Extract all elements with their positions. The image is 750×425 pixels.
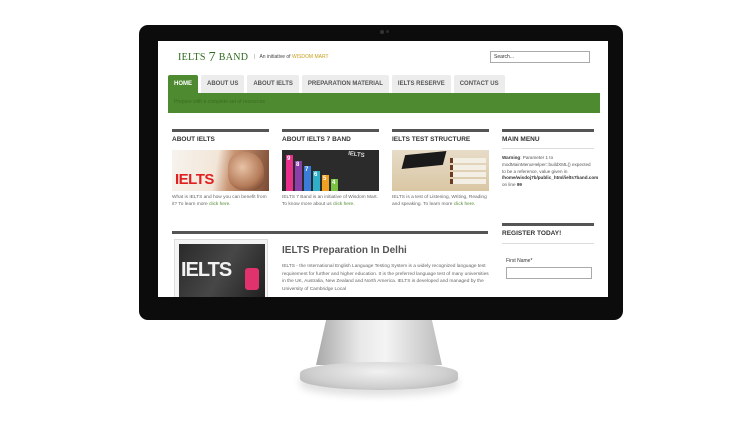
article-rule	[172, 231, 488, 234]
book-badge	[245, 268, 259, 290]
column-title: ABOUT IELTS	[172, 136, 215, 143]
tagline-prefix: An initiative of	[259, 54, 291, 60]
sidebar-main-menu: MAIN MENU Warning: Parameter 1 to modMai…	[502, 129, 598, 189]
image-ielts-text: IELTS	[347, 150, 365, 160]
nav-item-preparation-material[interactable]: PREPARATION MATERIAL	[301, 75, 389, 93]
graduation-cap-icon	[401, 150, 447, 170]
graduation-books-image[interactable]	[392, 150, 489, 191]
band-number: 6	[314, 172, 318, 178]
band-number: 5	[323, 176, 327, 182]
band-number: 8	[296, 162, 300, 168]
main-menu-title: MAIN MENU	[502, 136, 540, 143]
click-here-link[interactable]: click here.	[209, 202, 231, 207]
nav-item-about-us[interactable]: ABOUT US	[201, 75, 245, 93]
nav-item-home[interactable]: HOME	[168, 75, 198, 93]
site-logo[interactable]: IELTS 7 BAND	[178, 50, 248, 66]
divider	[502, 148, 594, 149]
column-text: IELTS 7 Band is an initiative of Wisdom …	[282, 194, 379, 208]
band-score-image[interactable]: 9 8 7 6 5 4 IELTS	[282, 150, 379, 191]
banner-bar: Prepare with a complete set of resources	[168, 93, 600, 113]
camera-icon	[380, 30, 384, 34]
nav-item-about-ielts[interactable]: ABOUT IELTS	[247, 75, 299, 93]
site-tagline: | An initiative of WISDOM MART	[254, 54, 329, 60]
column-title: ABOUT IELTS 7 BAND	[282, 136, 351, 143]
tagline-brand-link[interactable]: WISDOM MART	[292, 54, 329, 60]
click-here-link[interactable]: click here.	[454, 202, 476, 207]
logo-suffix: BAND	[218, 52, 249, 63]
tagline-separator: |	[254, 54, 256, 60]
book-icon	[450, 165, 486, 170]
column-rule	[392, 129, 489, 132]
column-rule	[282, 129, 379, 132]
column-about-ielts-7-band: ABOUT IELTS 7 BAND 9 8 7 6 5 4 IELTS IEL…	[282, 129, 379, 208]
banner-text: Prepare with a complete set of resources	[174, 99, 265, 105]
warning-line-prefix: on line	[502, 182, 516, 188]
ielts-book-image[interactable]: IELTS	[174, 239, 268, 297]
column-text: What is IELTS and how you can benefit fr…	[172, 194, 269, 208]
nav-item-contact-us[interactable]: CONTACT US	[453, 75, 505, 93]
warning-line-number: 99	[516, 182, 522, 188]
column-about-ielts: ABOUT IELTS IELTS What is IELTS and how …	[172, 129, 269, 208]
logo-number: 7	[208, 50, 216, 65]
book-icon	[450, 158, 486, 163]
monitor-stand-neck	[316, 320, 442, 365]
php-warning: Warning: Parameter 1 to modMainMenuHelpe…	[502, 155, 598, 189]
band-number: 7	[305, 167, 309, 173]
monitor-stand-base	[300, 362, 458, 390]
warning-label: Warning	[502, 155, 521, 160]
book-icon	[450, 172, 486, 177]
band-number: 4	[332, 180, 336, 186]
register-title: REGISTER TODAY!	[502, 230, 562, 237]
article-title[interactable]: IELTS Preparation In Delhi	[282, 245, 407, 256]
first-name-label: First Name*	[506, 258, 533, 264]
about-ielts-image[interactable]: IELTS	[172, 150, 269, 191]
column-rule	[172, 129, 269, 132]
column-text: IELTS is a test of Listening, Writing, R…	[392, 194, 489, 208]
column-title: IELTS TEST STRUCTURE	[392, 136, 471, 143]
sidebar-rule	[502, 129, 594, 132]
monitor-screen: IELTS 7 BAND | An initiative of WISDOM M…	[158, 41, 608, 297]
warning-path: /home/wisdoj7b/public_html/ielts7band.co…	[502, 175, 599, 181]
main-nav: HOME ABOUT US ABOUT IELTS PREPARATION MA…	[168, 75, 508, 93]
click-here-link[interactable]: click here.	[333, 202, 355, 207]
logo-text: IELTS	[178, 52, 206, 63]
band-number: 9	[287, 156, 291, 162]
first-name-field[interactable]	[506, 267, 592, 279]
column-ielts-test-structure: IELTS TEST STRUCTURE IELTS is a test of …	[392, 129, 489, 208]
column-description: IELTS 7 Band is an initiative of Wisdom …	[282, 195, 378, 207]
book-icon	[450, 179, 486, 184]
register-rule	[502, 223, 594, 226]
image-ielts-text: IELTS	[175, 171, 214, 188]
article-body: IELTS - the International English Langua…	[282, 264, 489, 292]
site-header: IELTS 7 BAND | An initiative of WISDOM M…	[158, 41, 608, 71]
nav-item-ielts-reserve[interactable]: IELTS RESERVE	[391, 75, 451, 93]
camera-sensor-icon	[386, 30, 389, 33]
book-title-text: IELTS	[181, 259, 232, 281]
woman-photo	[228, 152, 264, 190]
search-input[interactable]: Search...	[490, 51, 590, 63]
divider	[502, 243, 594, 244]
